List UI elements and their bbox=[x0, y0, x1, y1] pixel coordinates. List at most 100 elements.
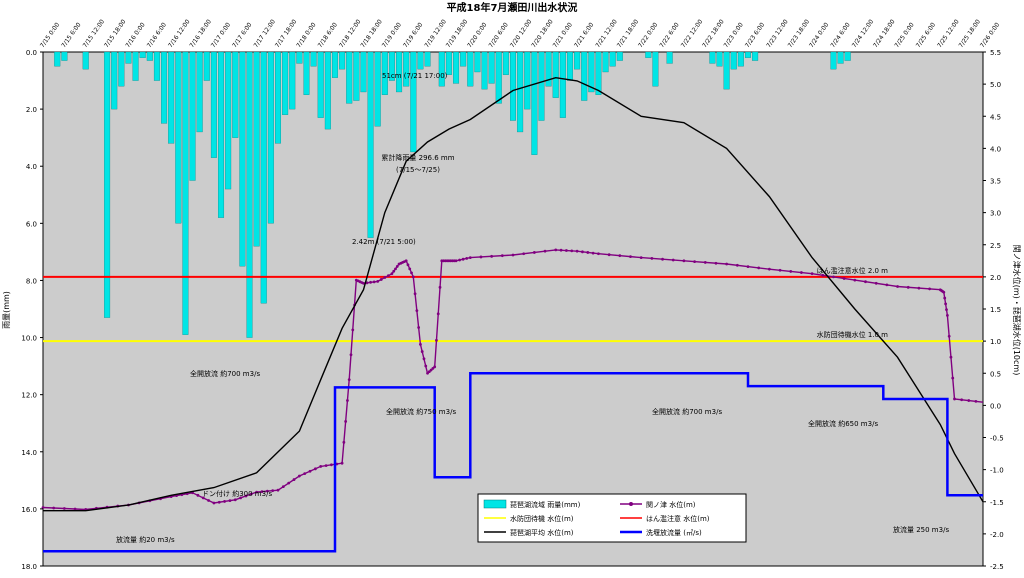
right-tick-label: 3.5 bbox=[990, 178, 1001, 186]
series-marker bbox=[853, 278, 857, 282]
x-tick-label: 7/16 6:00 bbox=[146, 21, 168, 49]
right-tick-label: -2.5 bbox=[990, 563, 1004, 571]
series-marker bbox=[949, 355, 953, 359]
rain-bar bbox=[82, 51, 89, 70]
x-tick-label: 7/19 0:00 bbox=[381, 21, 403, 49]
series-marker bbox=[417, 326, 421, 329]
rain-bar bbox=[118, 51, 125, 87]
x-tick-label: 7/23 0:00 bbox=[723, 21, 745, 49]
right-tick-label: 5.5 bbox=[990, 49, 1001, 57]
series-marker bbox=[351, 328, 355, 332]
rain-bar bbox=[289, 51, 296, 110]
rain-bar bbox=[267, 51, 274, 224]
series-marker bbox=[661, 257, 664, 261]
series-marker bbox=[607, 253, 611, 257]
series-marker bbox=[404, 259, 408, 263]
right-tick-label: 1.0 bbox=[990, 338, 1001, 346]
rain-bar bbox=[566, 51, 573, 81]
series-marker bbox=[522, 252, 526, 256]
right-axis: 5.5 5.0 4.5 4.0 3.5 3.0 2.5 2.0 1.5 1.0 0.5 0.0 -0.5… bbox=[983, 49, 1004, 571]
series-marker bbox=[735, 263, 739, 267]
x-tick-label: 7/15 0:00 bbox=[39, 21, 61, 49]
legend: 琵琶湖流域 雨量(mm) 関ノ津 水位(m) 水防団待機 水位(m) はん濫注意 水位… bbox=[477, 493, 747, 543]
rain-bar bbox=[616, 51, 623, 61]
series-marker bbox=[789, 270, 793, 273]
annotation-full-700a: 全開放流 約700 m3/s bbox=[190, 369, 260, 378]
left-tick-label: 6.0 bbox=[26, 220, 37, 228]
legend-label: 琵琶湖平均 水位(m) bbox=[510, 528, 574, 537]
left-tick-label: 8.0 bbox=[26, 277, 37, 285]
series-marker bbox=[725, 262, 729, 266]
series-marker bbox=[746, 265, 750, 268]
legend-swatch bbox=[483, 499, 507, 509]
series-marker bbox=[575, 249, 579, 253]
y-axis-label-right: 関ノ津水位(m)・琵琶湖水位(10cm) bbox=[1012, 245, 1022, 376]
series-marker bbox=[419, 342, 422, 346]
rain-bar bbox=[353, 51, 360, 101]
rain-bar bbox=[317, 51, 324, 118]
series-marker bbox=[408, 267, 412, 271]
annotation-q20: 放流量 約20 m3/s bbox=[116, 535, 175, 544]
series-marker bbox=[223, 500, 226, 503]
rain-bar bbox=[830, 51, 837, 70]
rain-bar bbox=[467, 51, 474, 87]
series-marker bbox=[395, 265, 399, 268]
right-tick-label: -2.0 bbox=[990, 531, 1004, 539]
right-tick-label: 3.0 bbox=[990, 210, 1001, 218]
series-marker bbox=[490, 254, 494, 258]
rain-bar bbox=[481, 51, 488, 90]
rain-bar bbox=[559, 51, 566, 118]
rain-bar bbox=[424, 51, 431, 67]
series-marker bbox=[330, 463, 333, 467]
series-marker bbox=[703, 261, 707, 264]
rain-bar bbox=[146, 51, 153, 61]
x-tick-label: 7/21 6:00 bbox=[573, 21, 595, 49]
rain-bar bbox=[153, 51, 160, 81]
rain-bar bbox=[488, 51, 495, 84]
series-marker bbox=[394, 267, 397, 271]
annotation-sek-peak: 2.42m (7/21 5:00) bbox=[352, 238, 416, 246]
legend-marker bbox=[629, 502, 633, 506]
left-tick-label: 18.0 bbox=[21, 563, 37, 571]
rain-bar bbox=[844, 51, 851, 61]
series-marker bbox=[313, 467, 317, 471]
series-marker bbox=[349, 353, 353, 357]
threshold-label: はん濫注意水位 2.0 m bbox=[817, 266, 889, 275]
rain-bar bbox=[360, 51, 367, 93]
rain-bar bbox=[581, 51, 588, 101]
rain-bar bbox=[139, 51, 146, 58]
annotation-down-300: ドン付け 約300 m3/s bbox=[202, 489, 272, 498]
series-marker bbox=[945, 314, 949, 317]
x-tick-label: 7/22 6:00 bbox=[658, 21, 680, 49]
left-axis: 0.0 2.0 4.0 6.0 8.0 10.0 12.0 14.0 16.0 18.0 bbox=[21, 49, 43, 571]
rain-bar bbox=[246, 51, 253, 338]
series-marker bbox=[383, 276, 387, 279]
rain-bar bbox=[310, 51, 317, 67]
rain-bar bbox=[745, 51, 751, 58]
series-marker bbox=[281, 485, 285, 489]
series-marker bbox=[52, 506, 56, 510]
rain-bar bbox=[410, 51, 417, 153]
left-tick-label: 0.0 bbox=[26, 49, 37, 57]
right-tick-label: -0.5 bbox=[990, 435, 1004, 443]
rain-bar bbox=[474, 51, 481, 73]
rain-bar bbox=[403, 51, 410, 87]
series-marker bbox=[420, 350, 424, 353]
right-tick-label: 0.0 bbox=[990, 402, 1001, 410]
series-marker bbox=[369, 280, 372, 284]
rain-bar bbox=[168, 51, 175, 144]
rain-bar bbox=[609, 51, 616, 67]
series-marker bbox=[757, 266, 761, 270]
x-tick-label: 7/16 0:00 bbox=[124, 21, 146, 49]
rain-bar bbox=[210, 51, 217, 158]
rain-bar bbox=[716, 51, 723, 67]
rain-bar bbox=[495, 51, 502, 104]
x-tick-label: 7/18 0:00 bbox=[295, 21, 317, 49]
x-tick-label: 7/15 6:00 bbox=[60, 21, 82, 49]
series-marker bbox=[392, 269, 396, 273]
series-marker bbox=[454, 259, 458, 263]
left-tick-label: 12.0 bbox=[21, 392, 37, 400]
rain-bar bbox=[203, 51, 210, 81]
series-marker bbox=[390, 272, 394, 276]
left-tick-label: 14.0 bbox=[21, 449, 37, 457]
